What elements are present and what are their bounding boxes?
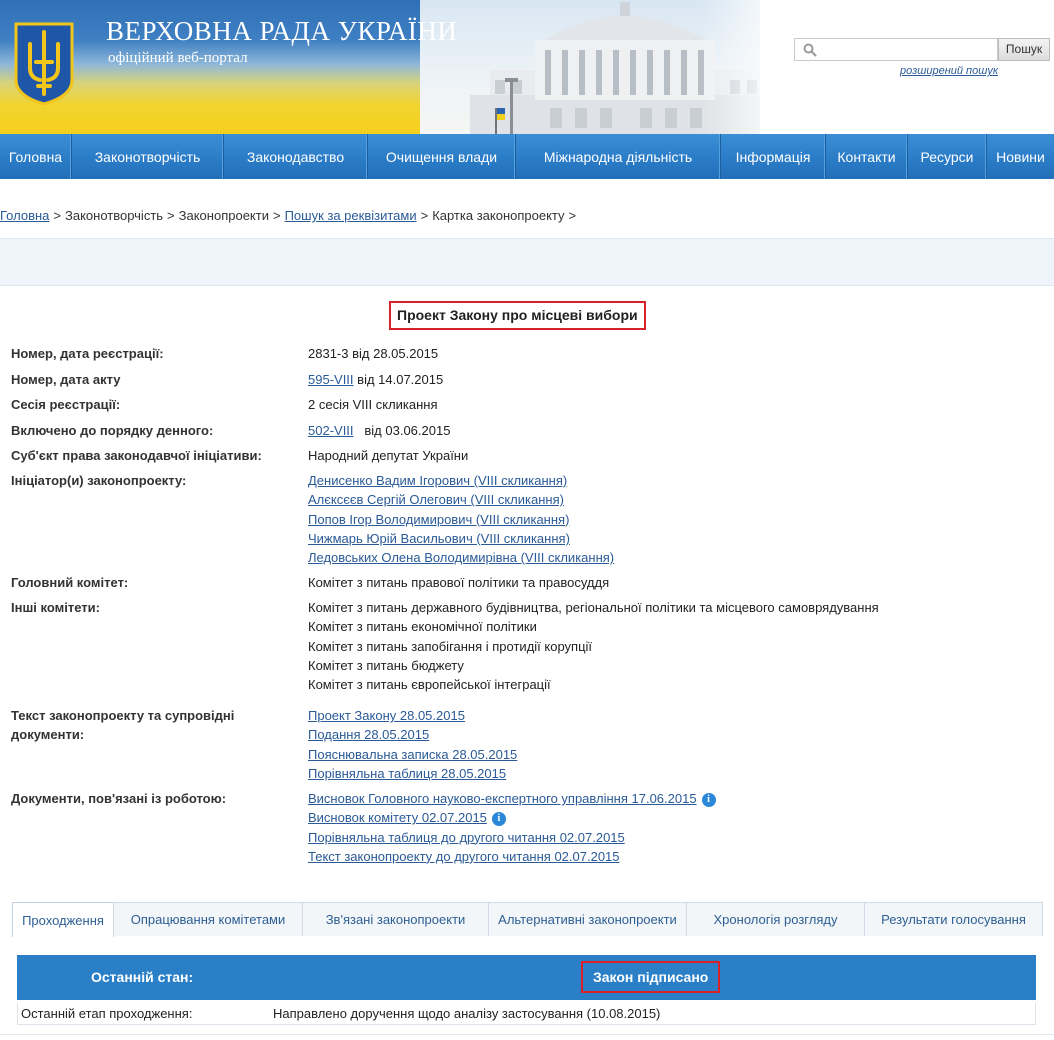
- stage-value: Направлено доручення щодо аналізу застос…: [273, 1006, 661, 1021]
- committee-item: Комітет з питань бюджету: [308, 657, 464, 673]
- breadcrumb-card: Картка законопроекту: [432, 208, 565, 223]
- divider: [0, 1034, 1054, 1035]
- main-nav: Головна Законотворчість Законодавство Оч…: [0, 134, 1054, 179]
- act-label: Номер, дата акту: [11, 372, 121, 387]
- bill-tabs: Проходження Опрацювання комітетами Зв'яз…: [12, 902, 1043, 937]
- agenda-number-link[interactable]: 502-VIII: [308, 423, 354, 438]
- document-link[interactable]: Порівняльна таблиця до другого читання 0…: [308, 828, 716, 847]
- agenda-date: від 03.06.2015: [364, 423, 451, 438]
- docs-label: Документи, пов'язані із роботою:: [11, 791, 227, 806]
- main-committee-value: Комітет з питань правової політики та пр…: [308, 575, 610, 590]
- main-committee-row: Головний комітет: Комітет з питань право…: [11, 573, 1051, 598]
- act-date: від 14.07.2015: [357, 372, 444, 387]
- site-header: ВЕРХОВНА РАДА УКРАЇНИ офіційний веб-порт…: [0, 0, 1054, 134]
- site-subtitle: офіційний веб-портал: [108, 50, 248, 66]
- info-icon[interactable]: i: [491, 812, 506, 827]
- nav-item-resources[interactable]: Ресурси: [908, 134, 987, 179]
- status-badge: Закон підписано: [581, 961, 721, 993]
- committee-item: Комітет з питань економічної політики: [308, 619, 537, 635]
- committee-item: Комітет з питань державного будівництва,…: [308, 600, 879, 615]
- initiator-link[interactable]: Ледовських Олена Володимирівна (VIII скл…: [308, 548, 614, 567]
- initiator-link[interactable]: Алєксєєв Сергій Олегович (VIII скликання…: [308, 490, 614, 509]
- initiator-link[interactable]: Чижмарь Юрій Васильович (VIII скликання): [308, 529, 614, 548]
- committee-item: Комітет з питань європейської інтеграції: [308, 677, 551, 693]
- breadcrumb: Головна > Законотворчість > Законопроекти > По…: [0, 208, 577, 223]
- breadcrumb-bills: Законопроекти: [178, 208, 269, 223]
- main-committee-label: Головний комітет:: [11, 575, 129, 590]
- page-title: Проект Закону про місцеві вибори: [389, 301, 646, 330]
- tab-committee-work[interactable]: Опрацювання комітетами: [113, 902, 303, 936]
- document-link[interactable]: Текст законопроекту до другого читання 0…: [308, 847, 716, 866]
- site-title[interactable]: ВЕРХОВНА РАДА УКРАЇНИ: [106, 16, 457, 47]
- nav-item-news[interactable]: Новини: [987, 134, 1054, 179]
- tab-alternative-bills[interactable]: Альтернативні законопроекти: [488, 902, 687, 936]
- agenda-label: Включено до порядку денного:: [11, 423, 214, 438]
- breadcrumb-lawmaking: Законотворчість: [65, 208, 164, 223]
- info-band: [0, 238, 1054, 286]
- breadcrumb-home[interactable]: Головна: [0, 208, 49, 223]
- other-committees-row: Інші комітети: Комітет з питань державно…: [11, 598, 1051, 706]
- tab-related-bills[interactable]: Зв'язані законопроекти: [302, 902, 489, 936]
- document-link[interactable]: Висновок Головного науково-експертного у…: [308, 791, 697, 806]
- stage-label: Останній етап проходження:: [21, 1006, 193, 1021]
- tab-passage[interactable]: Проходження: [12, 902, 114, 937]
- docs-row: Документи, пов'язані із роботою: Висново…: [11, 789, 1051, 869]
- nav-item-lawmaking[interactable]: Законотворчість: [72, 134, 224, 179]
- nav-item-international[interactable]: Міжнародна діяльність: [516, 134, 721, 179]
- search-box: [794, 38, 998, 61]
- nav-item-information[interactable]: Інформація: [721, 134, 826, 179]
- act-row: Номер, дата акту 595-VIII від 14.07.2015: [11, 370, 1051, 395]
- status-label: Останній стан:: [91, 969, 194, 985]
- initiators-row: Ініціатор(и) законопроекту: Денисенко Ва…: [11, 471, 1051, 573]
- session-value: 2 сесія VIII скликання: [308, 397, 438, 412]
- advanced-search-link[interactable]: розширений пошук: [900, 65, 998, 77]
- session-row: Сесія реєстрації: 2 сесія VIII скликання: [11, 395, 1051, 421]
- subject-value: Народний депутат України: [308, 448, 469, 463]
- document-link[interactable]: Порівняльна таблиця 28.05.2015: [308, 764, 517, 783]
- breadcrumb-search[interactable]: Пошук за реквізитами: [285, 208, 417, 223]
- coat-of-arms-icon: [14, 22, 74, 106]
- session-label: Сесія реєстрації:: [11, 397, 121, 412]
- initiator-link[interactable]: Денисенко Вадим Ігорович (VIII скликання…: [308, 471, 614, 490]
- registration-value: 2831-3 від 28.05.2015: [308, 346, 439, 361]
- status-bar: Останній стан: Закон підписано: [17, 955, 1036, 1000]
- search-input[interactable]: [821, 41, 991, 58]
- info-icon[interactable]: i: [701, 793, 716, 807]
- document-link[interactable]: Пояснювальна записка 28.05.2015: [308, 745, 517, 764]
- nav-item-legislation[interactable]: Законодавство: [224, 134, 368, 179]
- document-link[interactable]: Висновок комітету 02.07.2015: [308, 810, 487, 825]
- initiator-link[interactable]: Попов Ігор Володимирович (VIII скликання…: [308, 510, 614, 529]
- tab-chronology[interactable]: Хронологія розгляду: [686, 902, 865, 936]
- registration-row: Номер, дата реєстрації: 2831-3 від 28.05…: [11, 344, 1051, 370]
- act-number-link[interactable]: 595-VIII: [308, 372, 354, 387]
- nav-item-contacts[interactable]: Контакти: [826, 134, 908, 179]
- registration-label: Номер, дата реєстрації:: [11, 346, 164, 361]
- subject-row: Суб'єкт права законодавчої ініціативи: Н…: [11, 446, 1051, 471]
- search-icon: [803, 43, 817, 57]
- texts-row: Текст законопроекту та супровідні докуме…: [11, 706, 1051, 789]
- other-committees-label: Інші комітети:: [11, 600, 100, 615]
- document-link[interactable]: Проект Закону 28.05.2015: [308, 706, 517, 725]
- nav-item-home[interactable]: Головна: [0, 134, 72, 179]
- stage-row: Останній етап проходження: Направлено до…: [17, 1003, 1036, 1025]
- search-button[interactable]: Пошук: [998, 38, 1050, 61]
- nav-item-lustration[interactable]: Очищення влади: [368, 134, 516, 179]
- bill-details: Номер, дата реєстрації: 2831-3 від 28.05…: [11, 344, 1051, 869]
- texts-label: Текст законопроекту та супровідні докуме…: [11, 708, 235, 742]
- document-link[interactable]: Подання 28.05.2015: [308, 725, 517, 744]
- initiators-label: Ініціатор(и) законопроекту:: [11, 473, 187, 488]
- tab-voting-results[interactable]: Результати голосування: [864, 902, 1043, 936]
- subject-label: Суб'єкт права законодавчої ініціативи:: [11, 448, 262, 463]
- committee-item: Комітет з питань запобігання і протидії …: [308, 638, 593, 654]
- agenda-row: Включено до порядку денного: 502-VIII ві…: [11, 421, 1051, 446]
